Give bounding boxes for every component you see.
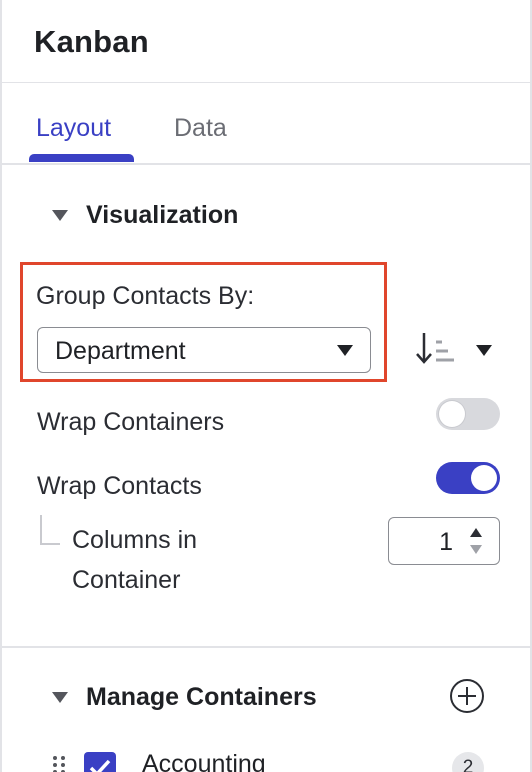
- collapse-triangle-icon: [52, 692, 68, 703]
- collapse-triangle-icon: [52, 210, 68, 221]
- indent-connector: [40, 515, 60, 545]
- tab-bar: Layout Data: [2, 104, 530, 165]
- sort-descending-icon: [416, 333, 454, 364]
- section-divider: [2, 646, 530, 648]
- columns-value: 1: [439, 528, 453, 556]
- visualization-section-toggle[interactable]: Visualization: [52, 201, 238, 230]
- increment-arrow-icon[interactable]: [470, 528, 482, 537]
- checkmark-icon: [89, 759, 111, 772]
- manage-containers-section-toggle[interactable]: Manage Containers: [52, 683, 317, 712]
- container-checkbox-accounting[interactable]: [84, 752, 116, 772]
- active-tab-indicator: [29, 154, 134, 162]
- manage-containers-section-label: Manage Containers: [86, 683, 317, 711]
- container-count-badge: 2: [452, 752, 484, 772]
- group-by-label: Group Contacts By:: [36, 282, 255, 310]
- wrap-contacts-label: Wrap Contacts: [37, 472, 202, 500]
- toggle-knob: [471, 465, 497, 491]
- wrap-contacts-toggle[interactable]: [436, 462, 500, 494]
- plus-circle-icon: [450, 679, 484, 713]
- toggle-knob: [439, 401, 465, 427]
- drag-handle-icon[interactable]: [52, 755, 66, 772]
- tab-layout[interactable]: Layout: [36, 114, 111, 143]
- panel-title: Kanban: [34, 24, 149, 59]
- visualization-section-label: Visualization: [86, 201, 239, 229]
- columns-stepper[interactable]: 1: [388, 517, 500, 565]
- container-label-accounting: Accounting: [142, 750, 266, 772]
- sort-menu-caret-icon: [476, 345, 492, 356]
- group-by-select[interactable]: Department: [37, 327, 371, 373]
- wrap-containers-toggle[interactable]: [436, 398, 500, 430]
- wrap-containers-label: Wrap Containers: [37, 408, 225, 436]
- columns-in-container-label: Columns in Container: [72, 526, 198, 594]
- group-by-value: Department: [55, 337, 186, 365]
- kanban-settings-panel: Kanban Layout Data Visualization Group C…: [0, 0, 532, 772]
- decrement-arrow-icon[interactable]: [470, 545, 482, 554]
- header-divider: [2, 82, 530, 83]
- add-container-button[interactable]: [449, 678, 485, 714]
- dropdown-arrow-icon: [337, 345, 353, 356]
- tab-data[interactable]: Data: [174, 114, 227, 143]
- sort-order-button[interactable]: [412, 329, 498, 371]
